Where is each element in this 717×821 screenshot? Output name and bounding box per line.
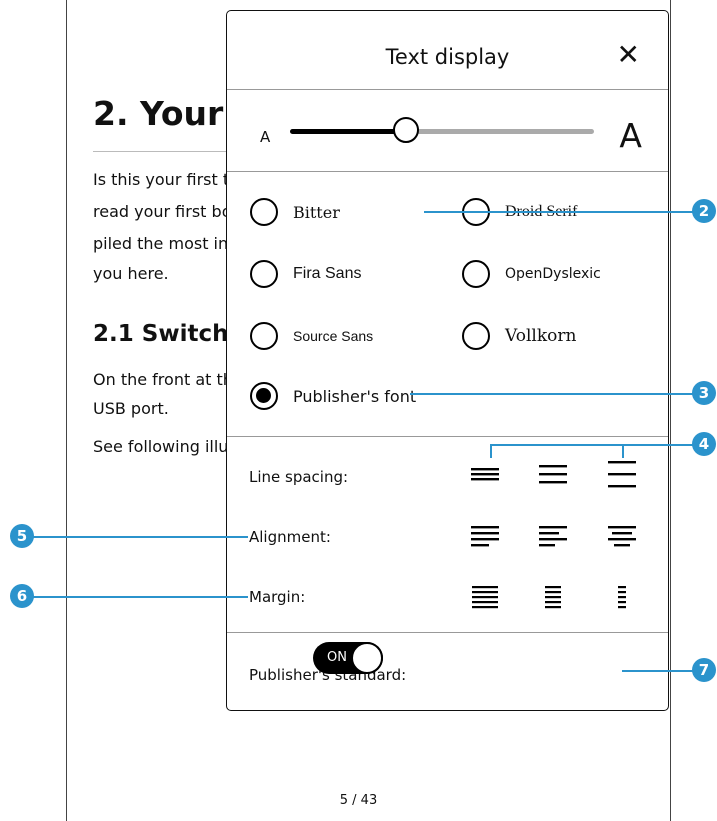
callout-badge: 6 [10,584,34,608]
margin-medium-icon[interactable] [538,579,568,613]
line-spacing-tight-icon[interactable] [470,457,500,491]
close-icon[interactable]: ✕ [617,41,640,69]
font-size-track-filled [290,129,407,134]
align-left-icon[interactable] [538,519,568,553]
font-option-vollkorn[interactable]: Vollkorn [462,322,576,350]
radio-selected-icon [250,382,278,410]
font-option-label: Bitter [293,202,340,222]
text-display-panel: Text display ✕ A A Bitter Droid Serif Fi… [226,10,669,711]
body-line: USB port. [93,399,169,418]
callout-badge: 3 [692,381,716,405]
callout-badge: 7 [692,658,716,682]
font-option-fira-sans[interactable]: Fira Sans [250,260,361,288]
margin-narrow-icon[interactable] [470,579,500,613]
section-heading: 2.1 Switch [93,321,229,347]
font-size-slider-thumb[interactable] [393,117,419,143]
divider [227,89,668,90]
panel-title: Text display [385,45,510,69]
font-option-opendyslexic[interactable]: OpenDyslexic [462,260,601,288]
toggle-knob [351,642,383,674]
font-size-large-label: A [619,116,642,155]
font-size-track[interactable] [407,129,594,134]
body-line: piled the most in [93,234,229,253]
body-line: See following illu [93,437,229,456]
body-line: you here. [93,264,169,283]
toggle-state-label: ON [327,650,347,665]
divider [227,632,668,633]
radio-icon [462,260,490,288]
radio-icon [462,322,490,350]
radio-icon [250,322,278,350]
margin-wide-icon[interactable] [607,579,637,613]
callout-line [622,444,624,458]
callout-line [490,444,492,458]
line-spacing-wide-icon[interactable] [607,457,637,491]
alignment-label: Alignment: [249,528,331,546]
callout-line [410,393,696,395]
callout-line [20,536,248,538]
font-option-label: Source Sans [293,328,374,344]
line-spacing-normal-icon[interactable] [538,457,568,491]
divider [227,436,668,437]
body-line: read your first bo [93,202,232,221]
line-spacing-label: Line spacing: [249,468,349,486]
radio-icon [250,260,278,288]
body-line: On the front at th [93,370,233,389]
divider [227,171,668,172]
font-option-bitter[interactable]: Bitter [250,198,340,226]
font-size-small-label: A [260,128,271,146]
callout-line [622,670,696,672]
callout-badge: 4 [692,432,716,456]
font-option-publishers-font[interactable]: Publisher's font [250,382,416,410]
font-option-label: Fira Sans [293,265,362,282]
font-option-label: Publisher's font [293,386,417,406]
font-option-source-sans[interactable]: Source Sans [250,322,373,350]
radio-icon [250,198,278,226]
font-option-label: Vollkorn [505,326,577,346]
callout-line [490,444,696,446]
align-center-icon[interactable] [607,519,637,553]
callout-badge: 2 [692,199,716,223]
align-justify-icon[interactable] [470,519,500,553]
page-indicator: 5 / 43 [339,793,378,808]
publishers-standard-toggle[interactable]: ON [313,642,383,674]
callout-badge: 5 [10,524,34,548]
body-line: Is this your first t [93,170,230,189]
callout-line [424,211,696,213]
margin-label: Margin: [249,588,306,606]
font-option-label: OpenDyslexic [505,266,601,282]
callout-line [20,596,248,598]
